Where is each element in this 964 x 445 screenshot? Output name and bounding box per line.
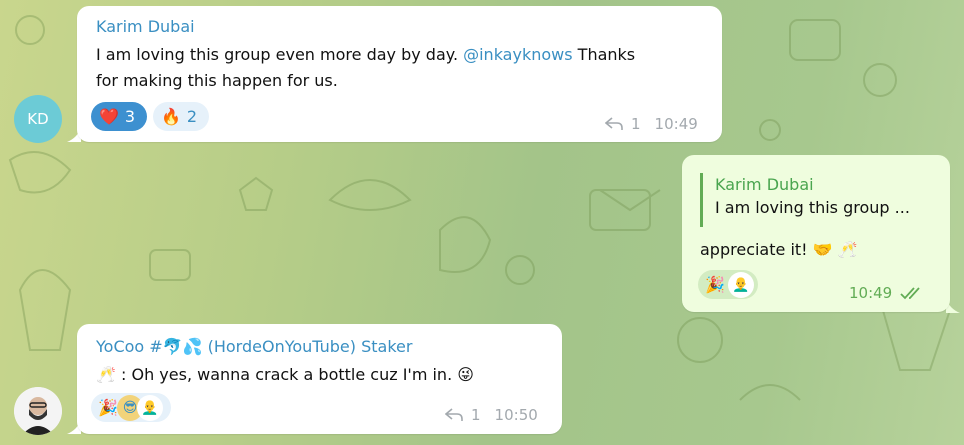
person-avatar-icon bbox=[14, 387, 62, 435]
message-sender[interactable]: YoCoo #🐬💦 (HordeOnYouTube) Staker bbox=[96, 337, 412, 357]
reactor-avatar: 👨‍🦲 bbox=[137, 394, 163, 421]
message-meta: 1 10:49 bbox=[605, 115, 698, 133]
heart-emoji: ❤️ bbox=[99, 107, 119, 126]
message-text: 🥂 : Oh yes, wanna crack a bottle cuz I'm… bbox=[96, 365, 474, 384]
message-text: I am loving this group even more day by … bbox=[96, 42, 716, 94]
message-time: 10:49 bbox=[654, 115, 698, 133]
reaction-count: 3 bbox=[124, 107, 136, 126]
message-meta: 1 10:50 bbox=[445, 406, 538, 424]
mention-link[interactable]: @inkayknows bbox=[463, 45, 572, 64]
reactor-avatar: 👨‍🦲 bbox=[728, 271, 754, 298]
text-part: Thanks bbox=[572, 45, 636, 64]
message-text: appreciate it! 🤝 🥂 bbox=[700, 240, 858, 259]
text-line: for making this happen for us. bbox=[96, 71, 338, 90]
message-bubble-outgoing[interactable]: Karim Dubai I am loving this group ... a… bbox=[682, 155, 950, 312]
reply-arrow-icon[interactable] bbox=[445, 408, 463, 422]
message-bubble-yocoo[interactable]: YoCoo #🐬💦 (HordeOnYouTube) Staker 🥂 : Oh… bbox=[77, 324, 562, 434]
quoted-sender: Karim Dubai bbox=[715, 175, 814, 194]
text-part: I am loving this group even more day by … bbox=[96, 45, 464, 64]
fire-emoji: 🔥 bbox=[161, 107, 181, 126]
message-time: 10:49 bbox=[849, 284, 893, 302]
reply-count[interactable]: 1 bbox=[631, 115, 641, 133]
message-time: 10:50 bbox=[494, 406, 538, 424]
reaction-group[interactable]: 🎉 👨‍🦲 bbox=[698, 270, 758, 299]
quoted-text: I am loving this group ... bbox=[715, 198, 910, 217]
reaction-group[interactable]: 🎉 😎 👨‍🦲 bbox=[91, 393, 171, 422]
quoted-reply[interactable]: Karim Dubai I am loving this group ... bbox=[700, 173, 930, 227]
message-bubble-karim[interactable]: Karim Dubai I am loving this group even … bbox=[77, 6, 722, 142]
double-check-icon bbox=[900, 287, 920, 300]
reply-arrow-icon[interactable] bbox=[605, 117, 623, 131]
avatar-yocoo[interactable] bbox=[14, 387, 62, 435]
reaction-heart[interactable]: ❤️ 3 bbox=[91, 102, 147, 131]
party-emoji: 🎉 bbox=[705, 275, 725, 294]
message-sender[interactable]: Karim Dubai bbox=[96, 17, 195, 37]
reply-count[interactable]: 1 bbox=[471, 406, 481, 424]
message-meta: 10:49 bbox=[849, 284, 924, 302]
reaction-count: 2 bbox=[186, 107, 198, 126]
reaction-fire[interactable]: 🔥 2 bbox=[153, 102, 209, 131]
avatar-karim-dubai[interactable]: KD bbox=[14, 95, 62, 143]
